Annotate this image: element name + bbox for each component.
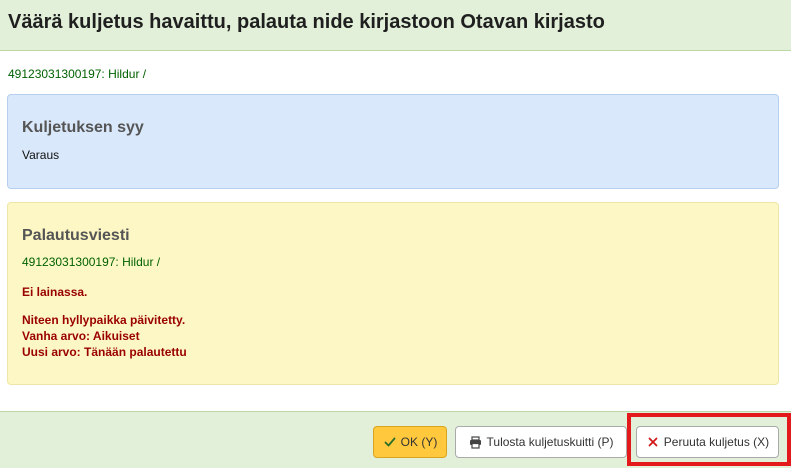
cancel-button-label: Peruuta kuljetus (X) — [663, 435, 770, 449]
cancel-transfer-button[interactable]: Peruuta kuljetus (X) — [636, 426, 779, 458]
transfer-reason-panel: Kuljetuksen syy Varaus — [7, 94, 779, 189]
transfer-dialog: Väärä kuljetus havaittu, palauta nide ki… — [0, 0, 791, 468]
new-location-value: Uusi arvo: Tänään palautettu — [22, 345, 187, 359]
ok-button[interactable]: OK (Y) — [373, 426, 447, 458]
return-message-item-link[interactable]: 49123031300197: Hildur / — [22, 255, 160, 269]
location-updated-message: Niteen hyllypaikka päivitetty. — [22, 313, 186, 327]
close-icon — [646, 435, 660, 449]
return-message-heading: Palautusviesti — [22, 227, 130, 244]
dialog-header: Väärä kuljetus havaittu, palauta nide ki… — [0, 0, 791, 51]
item-link[interactable]: 49123031300197: Hildur / — [8, 67, 146, 81]
dialog-title: Väärä kuljetus havaittu, palauta nide ki… — [8, 11, 605, 33]
print-button-label: Tulosta kuljetuskuitti (P) — [486, 435, 614, 449]
transfer-reason-value: Varaus — [22, 148, 60, 162]
ok-button-label: OK (Y) — [400, 435, 438, 449]
printer-icon — [469, 435, 483, 449]
old-location-value: Vanha arvo: Aikuiset — [22, 329, 140, 343]
dialog-footer: OK (Y) Tulosta kuljetuskuitti (P) Peruut… — [0, 411, 791, 468]
not-checked-out-message: Ei lainassa. — [22, 285, 88, 299]
print-transfer-slip-button[interactable]: Tulosta kuljetuskuitti (P) — [455, 426, 627, 458]
transfer-reason-heading: Kuljetuksen syy — [22, 119, 144, 136]
return-message-panel: Palautusviesti 49123031300197: Hildur / … — [7, 202, 779, 385]
check-icon — [383, 435, 397, 449]
